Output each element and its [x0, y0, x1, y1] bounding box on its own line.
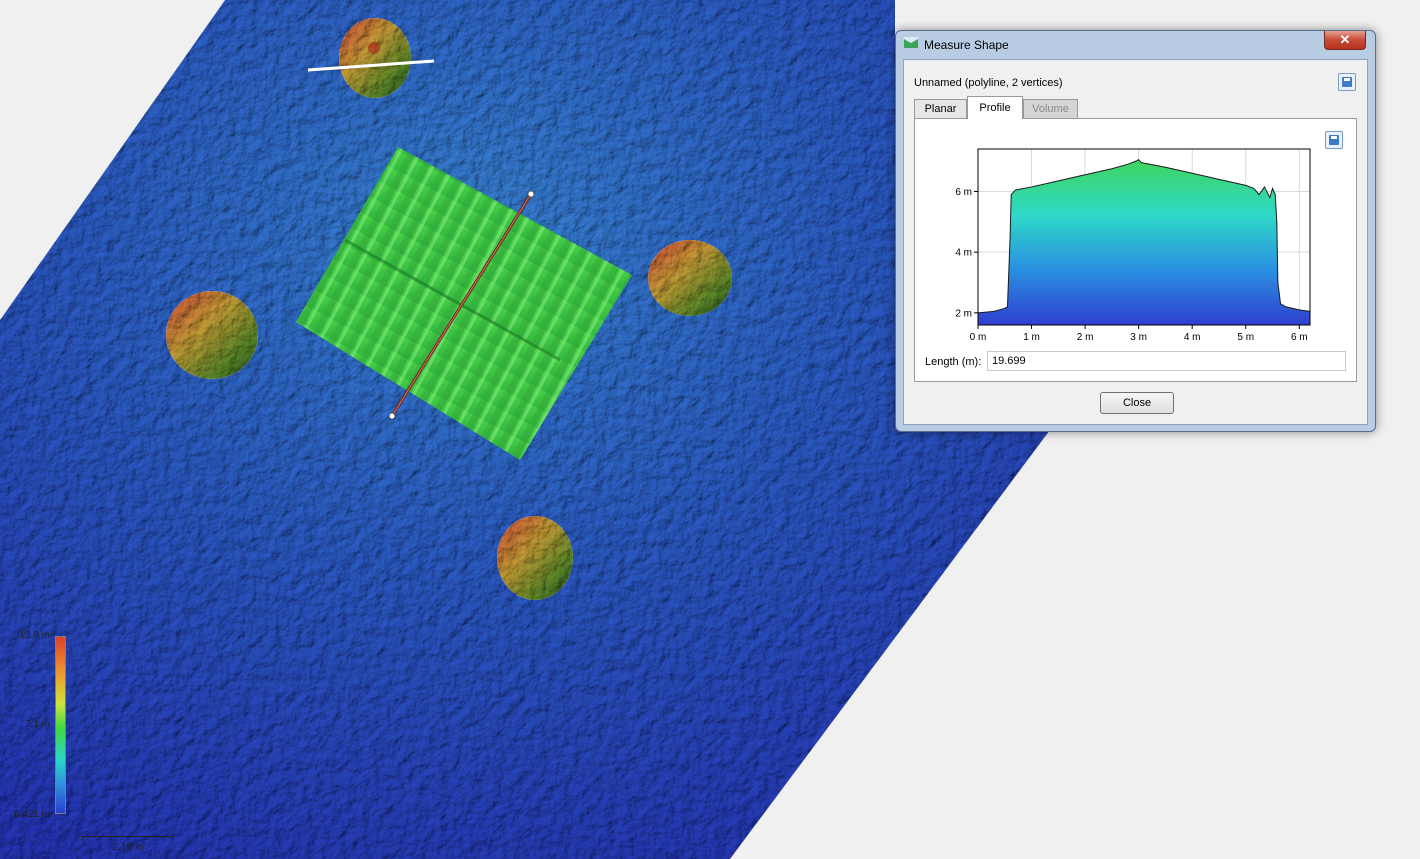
x-tick-label: 0 m	[970, 332, 987, 343]
save-profile-icon[interactable]	[1325, 131, 1343, 149]
window-close-button[interactable]: ✕	[1324, 31, 1366, 50]
close-button[interactable]: Close	[1100, 392, 1174, 414]
app-icon	[904, 37, 918, 48]
legend-min-label: 0.421 m	[13, 809, 50, 820]
scale-bar: 2.18 m	[82, 834, 175, 856]
legend-mid-label: 7.1 m	[24, 719, 50, 730]
tab-profile[interactable]: Profile	[967, 96, 1023, 119]
length-label: Length (m):	[925, 356, 982, 368]
elevation-color-ramp	[55, 636, 66, 814]
shape-description: Unnamed (polyline, 2 vertices)	[914, 77, 1063, 89]
tab-planar[interactable]: Planar	[914, 99, 967, 118]
polyline-vertex-start	[527, 190, 535, 198]
x-tick-label: 3 m	[1130, 332, 1147, 343]
measure-shape-dialog: Measure Shape ✕ Unnamed (polyline, 2 ver…	[895, 30, 1376, 432]
profile-tab-pane: 0 m 1 m 2 m 3 m 4 m 5 m 6 m 2 m 4 m 6 m Length (m…	[914, 118, 1357, 382]
dialog-titlebar[interactable]: Measure Shape ✕	[896, 31, 1375, 59]
y-tick-label: 6 m	[955, 187, 972, 198]
tree-right	[648, 240, 732, 316]
save-shape-icon[interactable]	[1338, 73, 1356, 91]
tab-volume: Volume	[1023, 99, 1078, 118]
length-field[interactable]: 19.699	[987, 351, 1346, 371]
elevation-legend: 13.8 m 7.1 m 0.421 m	[0, 625, 80, 825]
polyline-vertex-end	[388, 412, 396, 420]
dialog-content: Unnamed (polyline, 2 vertices) Planar Pr…	[903, 59, 1368, 425]
dialog-title: Measure Shape	[924, 38, 1009, 52]
x-tick-label: 4 m	[1184, 332, 1201, 343]
y-tick-label: 2 m	[955, 308, 972, 319]
tree-bottom	[497, 516, 573, 600]
scale-bar-label: 2.18 m	[112, 842, 144, 853]
tree-left	[166, 291, 258, 379]
x-tick-label: 6 m	[1291, 332, 1308, 343]
x-tick-label: 2 m	[1077, 332, 1094, 343]
y-tick-label: 4 m	[955, 248, 972, 259]
profile-chart: 0 m 1 m 2 m 3 m 4 m 5 m 6 m 2 m 4 m 6 m	[955, 148, 1311, 343]
legend-max-label: 13.8 m	[19, 630, 50, 641]
x-tick-label: 1 m	[1023, 332, 1040, 343]
x-tick-label: 5 m	[1237, 332, 1254, 343]
scale-bar-line	[82, 836, 174, 841]
tree-top	[339, 18, 411, 98]
